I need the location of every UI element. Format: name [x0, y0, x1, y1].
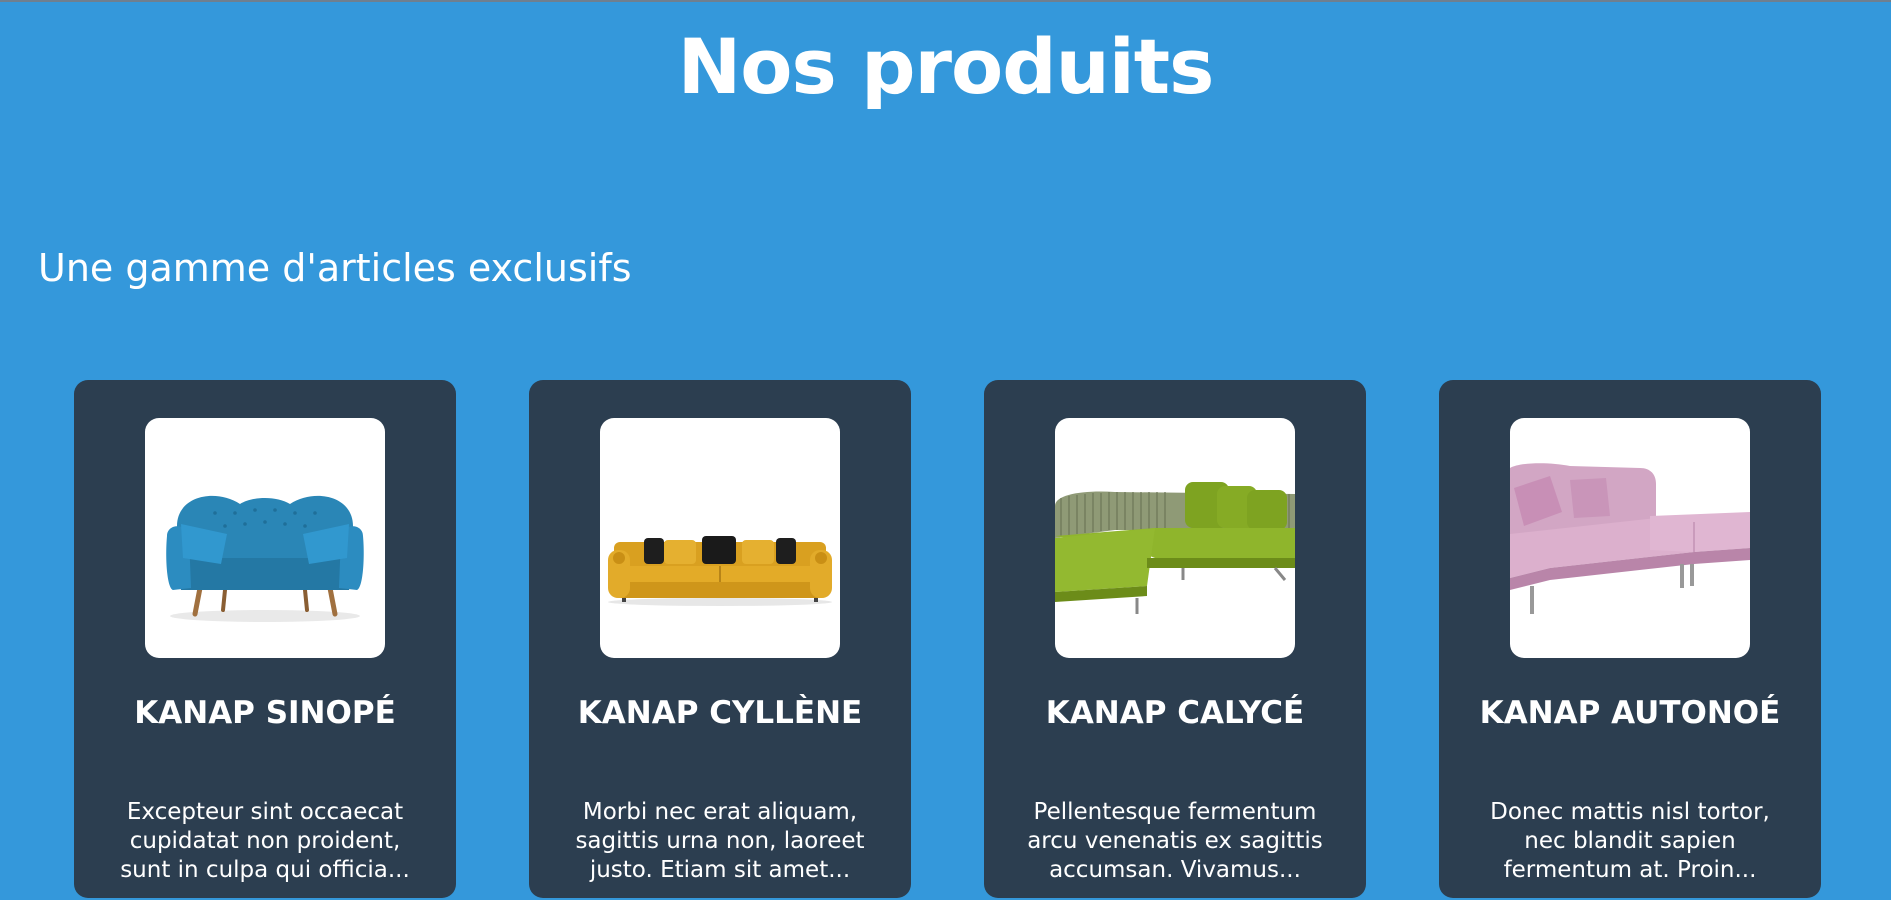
product-description: Donec mattis nisl tortor, nec blandit sa…: [1490, 799, 1770, 883]
page-subtitle: Une gamme d'articles exclusifs: [38, 246, 632, 290]
product-description: Morbi nec erat aliquam, sagittis urna no…: [575, 799, 865, 883]
product-name[interactable]: KANAP CYLLÈNE: [578, 688, 862, 738]
product-description: Excepteur sint occaecat cupidatat non pr…: [120, 799, 410, 883]
product-image[interactable]: [145, 418, 385, 658]
product-image[interactable]: [1055, 418, 1295, 658]
product-name[interactable]: KANAP CALYCÉ: [1046, 688, 1304, 738]
product-image[interactable]: [600, 418, 840, 658]
product-name[interactable]: KANAP AUTONOÉ: [1480, 688, 1781, 738]
blue-sofa-image: [166, 495, 364, 622]
product-card-cyllene[interactable]: KANAP CYLLÈNE Morbi nec erat aliquam, sa…: [529, 380, 911, 898]
product-image[interactable]: [1510, 418, 1750, 658]
product-description: Pellentesque fermentum arcu venenatis ex…: [1027, 799, 1323, 883]
green-corner-sofa-image: [1055, 482, 1295, 614]
product-card-sinope[interactable]: KANAP SINOPÉ Excepteur sint occaecat cup…: [74, 380, 456, 898]
page: Nos produits Une gamme d'articles exclus…: [0, 0, 1891, 900]
pink-sofa-image: [1510, 463, 1750, 614]
product-card-calyce[interactable]: KANAP CALYCÉ Pellentesque fermentum arcu…: [984, 380, 1366, 898]
product-list: KANAP SINOPÉ Excepteur sint occaecat cup…: [74, 380, 1821, 898]
product-name[interactable]: KANAP SINOPÉ: [134, 688, 396, 738]
yellow-sofa-image: [608, 536, 832, 606]
product-card-autonoe[interactable]: KANAP AUTONOÉ Donec mattis nisl tortor, …: [1439, 380, 1821, 898]
page-title: Nos produits: [677, 22, 1215, 111]
